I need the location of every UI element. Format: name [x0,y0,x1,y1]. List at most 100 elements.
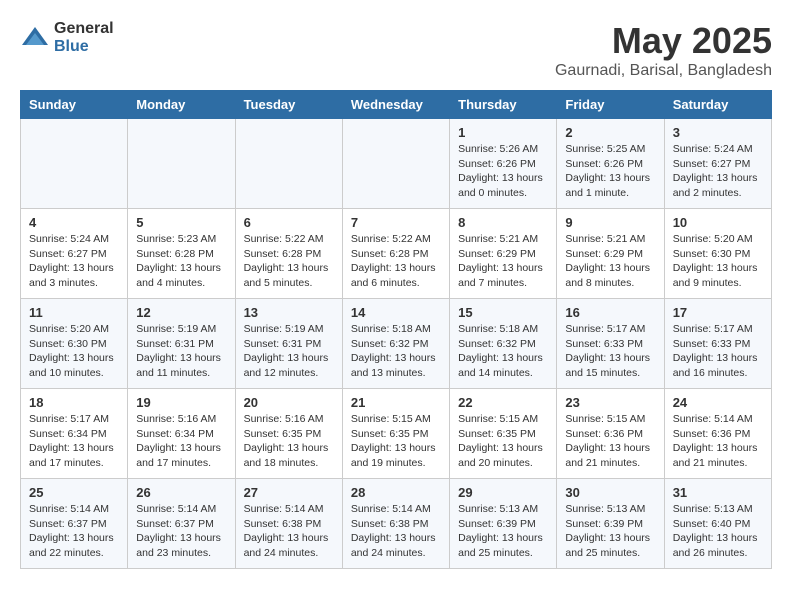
calendar-cell: 26 Sunrise: 5:14 AM Sunset: 6:37 PM Dayl… [128,479,235,569]
weekday-header: Thursday [450,91,557,119]
calendar-cell [235,119,342,209]
calendar-cell: 11 Sunrise: 5:20 AM Sunset: 6:30 PM Dayl… [21,299,128,389]
day-info: Sunrise: 5:14 AM Sunset: 6:36 PM Dayligh… [673,413,758,469]
day-info: Sunrise: 5:22 AM Sunset: 6:28 PM Dayligh… [244,233,329,289]
calendar-cell: 29 Sunrise: 5:13 AM Sunset: 6:39 PM Dayl… [450,479,557,569]
day-info: Sunrise: 5:21 AM Sunset: 6:29 PM Dayligh… [565,233,650,289]
calendar-cell: 8 Sunrise: 5:21 AM Sunset: 6:29 PM Dayli… [450,209,557,299]
day-info: Sunrise: 5:26 AM Sunset: 6:26 PM Dayligh… [458,143,543,199]
logo-blue: Blue [54,38,114,56]
calendar-cell: 23 Sunrise: 5:15 AM Sunset: 6:36 PM Dayl… [557,389,664,479]
day-number: 12 [136,305,226,320]
day-number: 22 [458,395,548,410]
day-number: 2 [565,125,655,140]
day-number: 3 [673,125,763,140]
day-info: Sunrise: 5:25 AM Sunset: 6:26 PM Dayligh… [565,143,650,199]
day-info: Sunrise: 5:18 AM Sunset: 6:32 PM Dayligh… [351,323,436,379]
day-info: Sunrise: 5:14 AM Sunset: 6:37 PM Dayligh… [136,503,221,559]
day-info: Sunrise: 5:18 AM Sunset: 6:32 PM Dayligh… [458,323,543,379]
calendar-week: 25 Sunrise: 5:14 AM Sunset: 6:37 PM Dayl… [21,479,772,569]
weekday-header: Wednesday [342,91,449,119]
day-number: 31 [673,485,763,500]
day-number: 5 [136,215,226,230]
day-info: Sunrise: 5:15 AM Sunset: 6:35 PM Dayligh… [458,413,543,469]
day-number: 1 [458,125,548,140]
day-number: 7 [351,215,441,230]
calendar-cell: 1 Sunrise: 5:26 AM Sunset: 6:26 PM Dayli… [450,119,557,209]
day-info: Sunrise: 5:15 AM Sunset: 6:36 PM Dayligh… [565,413,650,469]
day-number: 13 [244,305,334,320]
day-info: Sunrise: 5:17 AM Sunset: 6:33 PM Dayligh… [565,323,650,379]
page-header: General Blue May 2025 Gaurnadi, Barisal,… [20,20,772,80]
logo: General Blue [20,20,114,55]
calendar-week: 1 Sunrise: 5:26 AM Sunset: 6:26 PM Dayli… [21,119,772,209]
logo-text: General Blue [54,20,114,55]
day-info: Sunrise: 5:16 AM Sunset: 6:34 PM Dayligh… [136,413,221,469]
weekday-header: Sunday [21,91,128,119]
calendar-cell: 19 Sunrise: 5:16 AM Sunset: 6:34 PM Dayl… [128,389,235,479]
calendar-cell [128,119,235,209]
day-number: 19 [136,395,226,410]
calendar-cell: 9 Sunrise: 5:21 AM Sunset: 6:29 PM Dayli… [557,209,664,299]
day-info: Sunrise: 5:16 AM Sunset: 6:35 PM Dayligh… [244,413,329,469]
calendar-body: 1 Sunrise: 5:26 AM Sunset: 6:26 PM Dayli… [21,119,772,569]
calendar-table: SundayMondayTuesdayWednesdayThursdayFrid… [20,90,772,569]
calendar-cell: 31 Sunrise: 5:13 AM Sunset: 6:40 PM Dayl… [664,479,771,569]
calendar-cell: 18 Sunrise: 5:17 AM Sunset: 6:34 PM Dayl… [21,389,128,479]
day-info: Sunrise: 5:21 AM Sunset: 6:29 PM Dayligh… [458,233,543,289]
calendar-cell: 14 Sunrise: 5:18 AM Sunset: 6:32 PM Dayl… [342,299,449,389]
calendar-cell: 6 Sunrise: 5:22 AM Sunset: 6:28 PM Dayli… [235,209,342,299]
day-info: Sunrise: 5:20 AM Sunset: 6:30 PM Dayligh… [29,323,114,379]
day-info: Sunrise: 5:19 AM Sunset: 6:31 PM Dayligh… [136,323,221,379]
logo-icon [20,23,50,53]
day-number: 20 [244,395,334,410]
day-info: Sunrise: 5:23 AM Sunset: 6:28 PM Dayligh… [136,233,221,289]
day-number: 18 [29,395,119,410]
day-number: 4 [29,215,119,230]
calendar-cell: 21 Sunrise: 5:15 AM Sunset: 6:35 PM Dayl… [342,389,449,479]
weekday-header: Saturday [664,91,771,119]
day-number: 27 [244,485,334,500]
calendar-cell: 27 Sunrise: 5:14 AM Sunset: 6:38 PM Dayl… [235,479,342,569]
calendar-cell: 22 Sunrise: 5:15 AM Sunset: 6:35 PM Dayl… [450,389,557,479]
day-info: Sunrise: 5:15 AM Sunset: 6:35 PM Dayligh… [351,413,436,469]
day-info: Sunrise: 5:13 AM Sunset: 6:40 PM Dayligh… [673,503,758,559]
day-number: 28 [351,485,441,500]
calendar-cell: 17 Sunrise: 5:17 AM Sunset: 6:33 PM Dayl… [664,299,771,389]
day-number: 11 [29,305,119,320]
day-number: 30 [565,485,655,500]
calendar-cell [342,119,449,209]
calendar-cell: 30 Sunrise: 5:13 AM Sunset: 6:39 PM Dayl… [557,479,664,569]
day-number: 9 [565,215,655,230]
day-info: Sunrise: 5:14 AM Sunset: 6:38 PM Dayligh… [244,503,329,559]
calendar-cell [21,119,128,209]
main-title: May 2025 [555,20,772,62]
day-number: 21 [351,395,441,410]
day-number: 29 [458,485,548,500]
calendar-cell: 5 Sunrise: 5:23 AM Sunset: 6:28 PM Dayli… [128,209,235,299]
day-info: Sunrise: 5:20 AM Sunset: 6:30 PM Dayligh… [673,233,758,289]
calendar-cell: 25 Sunrise: 5:14 AM Sunset: 6:37 PM Dayl… [21,479,128,569]
calendar-cell: 3 Sunrise: 5:24 AM Sunset: 6:27 PM Dayli… [664,119,771,209]
day-info: Sunrise: 5:22 AM Sunset: 6:28 PM Dayligh… [351,233,436,289]
calendar-cell: 10 Sunrise: 5:20 AM Sunset: 6:30 PM Dayl… [664,209,771,299]
calendar-header: SundayMondayTuesdayWednesdayThursdayFrid… [21,91,772,119]
day-info: Sunrise: 5:19 AM Sunset: 6:31 PM Dayligh… [244,323,329,379]
subtitle: Gaurnadi, Barisal, Bangladesh [555,62,772,80]
calendar-cell: 15 Sunrise: 5:18 AM Sunset: 6:32 PM Dayl… [450,299,557,389]
calendar-cell: 28 Sunrise: 5:14 AM Sunset: 6:38 PM Dayl… [342,479,449,569]
day-info: Sunrise: 5:24 AM Sunset: 6:27 PM Dayligh… [29,233,114,289]
day-number: 8 [458,215,548,230]
calendar-cell: 12 Sunrise: 5:19 AM Sunset: 6:31 PM Dayl… [128,299,235,389]
day-number: 26 [136,485,226,500]
day-info: Sunrise: 5:14 AM Sunset: 6:38 PM Dayligh… [351,503,436,559]
logo-general: General [54,20,114,38]
calendar-cell: 2 Sunrise: 5:25 AM Sunset: 6:26 PM Dayli… [557,119,664,209]
title-block: May 2025 Gaurnadi, Barisal, Bangladesh [555,20,772,80]
day-number: 10 [673,215,763,230]
day-number: 23 [565,395,655,410]
calendar-week: 11 Sunrise: 5:20 AM Sunset: 6:30 PM Dayl… [21,299,772,389]
weekday-header: Monday [128,91,235,119]
day-number: 25 [29,485,119,500]
day-info: Sunrise: 5:17 AM Sunset: 6:33 PM Dayligh… [673,323,758,379]
